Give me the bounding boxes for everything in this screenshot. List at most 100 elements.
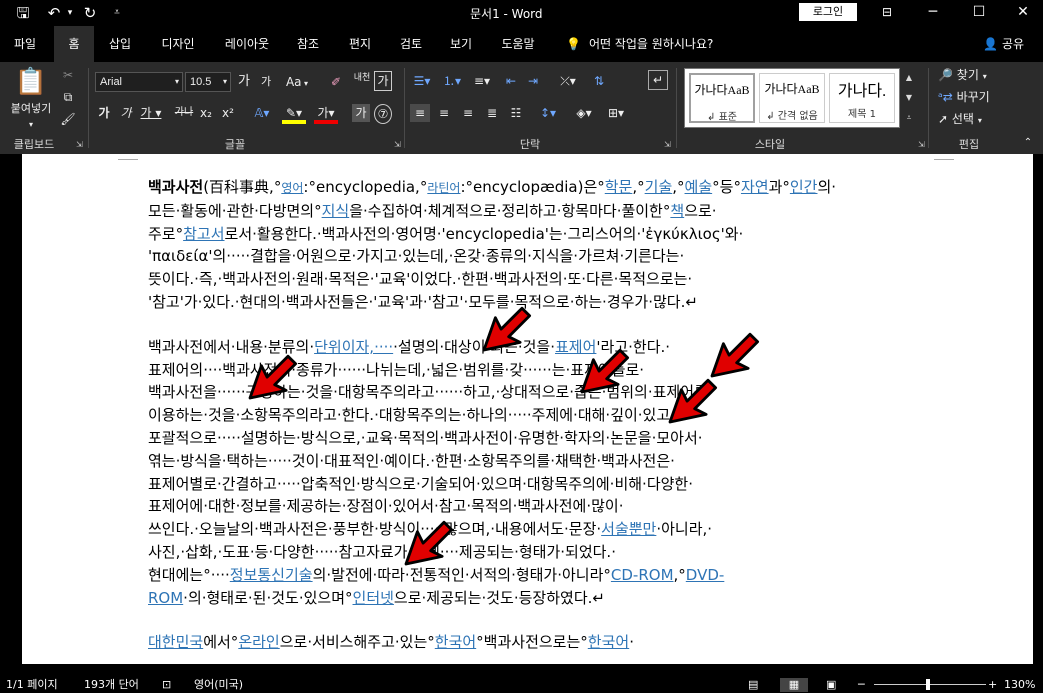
customize-qat-icon[interactable]: ⩡ xyxy=(110,3,124,23)
shrink-font-icon[interactable]: 가 xyxy=(258,73,274,91)
bullets-icon[interactable]: ☰▾ xyxy=(410,72,434,90)
cut-icon[interactable]: ✂ xyxy=(60,66,76,84)
font-name-select[interactable]: Arial ▾ xyxy=(95,72,183,92)
tab-file[interactable]: 파일 xyxy=(2,26,48,62)
enclose-characters-icon[interactable]: ⑦ xyxy=(374,104,392,124)
align-left-icon[interactable]: ≡ xyxy=(410,104,430,122)
distributed-icon[interactable]: ☷ xyxy=(506,104,526,122)
line-spacing-icon[interactable]: ↕▾ xyxy=(536,104,560,122)
sort-icon[interactable]: ⇅ xyxy=(590,72,608,90)
login-button[interactable]: 로그인 xyxy=(799,3,857,21)
superscript-icon[interactable]: x² xyxy=(220,104,236,122)
page-count[interactable]: 1/1 페이지 xyxy=(6,678,58,692)
decrease-indent-icon[interactable]: ⇤ xyxy=(502,72,520,90)
proofing-icon[interactable]: ⊡ xyxy=(162,678,171,692)
tab-mailings[interactable]: 편지 xyxy=(338,26,382,62)
chevron-down-icon: ▾ xyxy=(174,77,179,86)
select-button[interactable]: ➚ 선택 ▾ xyxy=(938,110,1008,130)
zoom-level[interactable]: 130% xyxy=(1004,678,1035,692)
print-layout-icon[interactable]: ▦ xyxy=(780,678,808,692)
styles-gallery: 가나다AaB ↲ 표준 가나다AaB ↲ 간격 없음 가나다. 제목 1 xyxy=(684,68,900,128)
document-page[interactable]: 백과사전(百科事典,°영어:°encyclopedia,°라틴어:°encycl… xyxy=(22,154,1033,664)
undo-icon[interactable]: ↶ xyxy=(44,3,64,23)
styles-group-label: 스타일 xyxy=(754,138,786,151)
show-hide-marks-icon[interactable]: ↵ xyxy=(648,70,668,90)
clear-formatting-icon[interactable]: ✐ xyxy=(328,73,344,91)
phonetic-guide-icon[interactable]: 내천 xyxy=(352,69,372,87)
subscript-icon[interactable]: x₂ xyxy=(198,104,214,122)
tab-view[interactable]: 보기 xyxy=(440,26,482,62)
style-normal[interactable]: 가나다AaB ↲ 표준 xyxy=(689,73,755,123)
group-divider xyxy=(88,68,89,148)
read-mode-icon[interactable]: ▤ xyxy=(748,678,758,692)
scroll-up-icon[interactable]: ▲ xyxy=(902,68,916,88)
styles-scroll[interactable]: ▲ ▼ ⩡ xyxy=(902,68,916,128)
change-case-button[interactable]: Aa ▾ xyxy=(285,73,309,93)
grow-font-icon[interactable]: 가 xyxy=(236,73,252,91)
person-icon: 👤 xyxy=(983,37,998,51)
borders-icon[interactable]: ⊞▾ xyxy=(604,104,628,122)
word-count[interactable]: 193개 단어 xyxy=(84,678,139,692)
strikethrough-icon[interactable]: 가나 xyxy=(174,104,194,122)
red-arrow-icon xyxy=(668,378,718,424)
highlight-color-icon[interactable]: ✎▾ xyxy=(282,104,306,124)
italic-icon[interactable]: 가 xyxy=(118,104,134,122)
format-painter-icon[interactable]: 🖌 xyxy=(60,110,76,128)
align-right-icon[interactable]: ≡ xyxy=(458,104,478,122)
find-button[interactable]: 🔎 찾기 ▾ xyxy=(938,66,1008,86)
tab-review[interactable]: 검토 xyxy=(390,26,432,62)
text-effects-icon[interactable]: 𝔸▾ xyxy=(250,104,274,122)
zoom-slider[interactable] xyxy=(874,684,986,685)
align-center-icon[interactable]: ≡ xyxy=(434,104,454,122)
share-button[interactable]: 👤 공유 xyxy=(983,26,1024,62)
lightbulb-icon: 💡 xyxy=(566,37,581,51)
tell-me-search[interactable]: 💡 어떤 작업을 원하시나요? xyxy=(566,26,713,62)
multilevel-list-icon[interactable]: ≡▾ xyxy=(470,72,494,90)
shading-icon[interactable]: ◈▾ xyxy=(572,104,596,122)
tab-help[interactable]: 도움말 xyxy=(492,26,544,62)
style-heading-1[interactable]: 가나다. 제목 1 xyxy=(829,73,895,123)
bold-icon[interactable]: 가 xyxy=(96,104,112,122)
tab-home[interactable]: 홈 xyxy=(54,26,94,62)
scroll-down-icon[interactable]: ▼ xyxy=(902,88,916,108)
save-icon[interactable]: 🖫 xyxy=(12,3,34,23)
maximize-button[interactable]: ☐ xyxy=(956,0,1002,26)
character-shading-icon[interactable]: 가 xyxy=(352,104,370,122)
tab-references[interactable]: 참조 xyxy=(286,26,330,62)
styles-launcher-icon[interactable]: ⇲ xyxy=(918,140,925,149)
asian-layout-icon[interactable]: ⤫▾ xyxy=(556,72,580,90)
copy-icon[interactable]: ⧉ xyxy=(60,88,76,106)
zoom-in-icon[interactable]: + xyxy=(988,678,997,692)
group-divider xyxy=(404,68,405,148)
paste-icon[interactable]: 📋 xyxy=(14,66,48,98)
undo-dropdown-icon[interactable]: ▾ xyxy=(64,3,76,23)
status-bar: 1/1 페이지 193개 단어 ⊡ 영어(미국) ▤ ▦ ▣ ─ + 130% xyxy=(0,677,1043,693)
clipboard-launcher-icon[interactable]: ⇲ xyxy=(76,140,83,149)
zoom-slider-thumb[interactable] xyxy=(926,679,930,690)
style-no-spacing[interactable]: 가나다AaB ↲ 간격 없음 xyxy=(759,73,825,123)
underline-icon[interactable]: 가 ▾ xyxy=(140,104,162,122)
paragraph-launcher-icon[interactable]: ⇲ xyxy=(664,140,671,149)
language[interactable]: 영어(미국) xyxy=(194,678,243,692)
justify-icon[interactable]: ≣ xyxy=(482,104,502,122)
numbering-icon[interactable]: ⒈▾ xyxy=(440,72,464,90)
paste-dropdown-icon[interactable]: ▾ xyxy=(24,116,38,134)
character-border-icon[interactable]: 가 xyxy=(374,71,392,91)
more-styles-icon[interactable]: ⩡ xyxy=(902,108,916,128)
web-layout-icon[interactable]: ▣ xyxy=(826,678,836,692)
red-arrow-icon xyxy=(248,354,298,400)
ribbon-display-options-icon[interactable]: ⊟ xyxy=(864,0,910,26)
redo-icon[interactable]: ↻ xyxy=(80,3,100,23)
collapse-ribbon-icon[interactable]: ⌃ xyxy=(1020,134,1036,152)
font-color-icon[interactable]: 가▾ xyxy=(314,104,338,124)
font-launcher-icon[interactable]: ⇲ xyxy=(394,140,401,149)
increase-indent-icon[interactable]: ⇥ xyxy=(524,72,542,90)
zoom-out-icon[interactable]: ─ xyxy=(858,678,865,692)
minimize-button[interactable]: ─ xyxy=(910,0,956,26)
tab-design[interactable]: 디자인 xyxy=(150,26,206,62)
tab-layout[interactable]: 레이아웃 xyxy=(216,26,278,62)
close-button[interactable]: ✕ xyxy=(1000,0,1043,26)
font-size-select[interactable]: 10.5 ▾ xyxy=(185,72,231,92)
replace-button[interactable]: ᵃ⇄ 바꾸기 xyxy=(938,88,1008,106)
tab-insert[interactable]: 삽입 xyxy=(100,26,140,62)
